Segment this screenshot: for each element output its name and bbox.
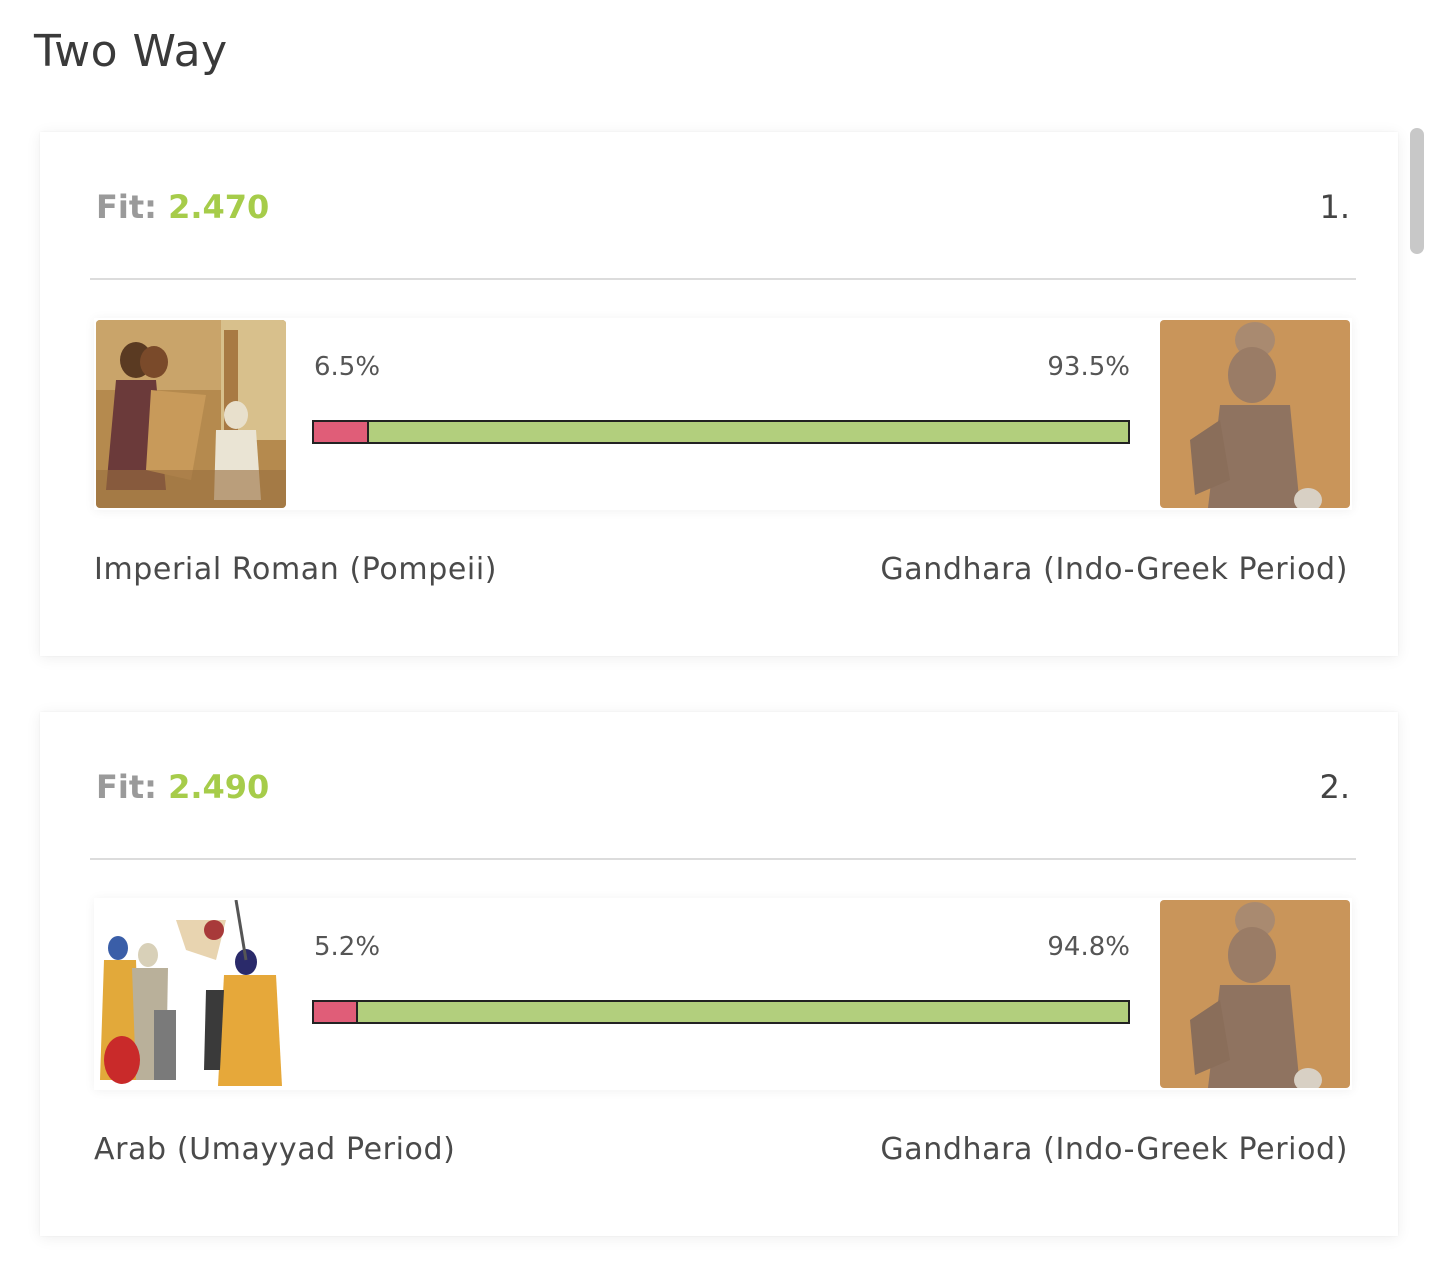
scrollbar[interactable] — [1408, 126, 1426, 1236]
ancestry-row: 6.5% 93.5% — [94, 318, 1352, 510]
ancestry-row: 5.2% 94.8% — [94, 898, 1352, 1090]
fit-label: Fit: — [96, 768, 157, 806]
right-share-fill — [368, 422, 1128, 442]
fit-score: Fit: 2.490 — [96, 768, 269, 806]
left-population-name: Arab (Umayyad Period) — [94, 1132, 456, 1167]
fit-value: 2.490 — [168, 768, 270, 806]
gandhara-statue-image — [1160, 900, 1350, 1088]
left-population-name: Imperial Roman (Pompeii) — [94, 552, 498, 587]
fit-label: Fit: — [96, 188, 157, 226]
result-card-2: Fit: 2.490 2. 5.2% 94.8% Arab (Umayyad P… — [40, 712, 1398, 1236]
admixture-bar — [312, 1000, 1130, 1024]
fit-value: 2.470 — [168, 188, 270, 226]
result-card-1: Fit: 2.470 1. 6.5% 93.5% Imperial Roman … — [40, 132, 1398, 656]
page-title: Two Way — [34, 26, 228, 77]
gandhara-statue-image — [1160, 320, 1350, 508]
divider — [90, 278, 1356, 280]
left-share-fill — [314, 422, 369, 442]
left-percentage: 6.5% — [314, 352, 381, 382]
divider — [90, 858, 1356, 860]
right-percentage: 93.5% — [1047, 352, 1130, 382]
pompeii-fresco-image — [96, 320, 286, 508]
left-percentage: 5.2% — [314, 932, 381, 962]
left-share-fill — [314, 1002, 359, 1022]
right-share-fill — [358, 1002, 1128, 1022]
rank-number: 1. — [1319, 188, 1350, 226]
right-population-name: Gandhara (Indo-Greek Period) — [880, 1132, 1348, 1167]
fit-score: Fit: 2.470 — [96, 188, 269, 226]
scrollbar-thumb[interactable] — [1410, 128, 1424, 254]
right-population-name: Gandhara (Indo-Greek Period) — [880, 552, 1348, 587]
right-percentage: 94.8% — [1047, 932, 1130, 962]
admixture-bar — [312, 420, 1130, 444]
umayyad-warriors-image — [96, 900, 286, 1088]
rank-number: 2. — [1319, 768, 1350, 806]
